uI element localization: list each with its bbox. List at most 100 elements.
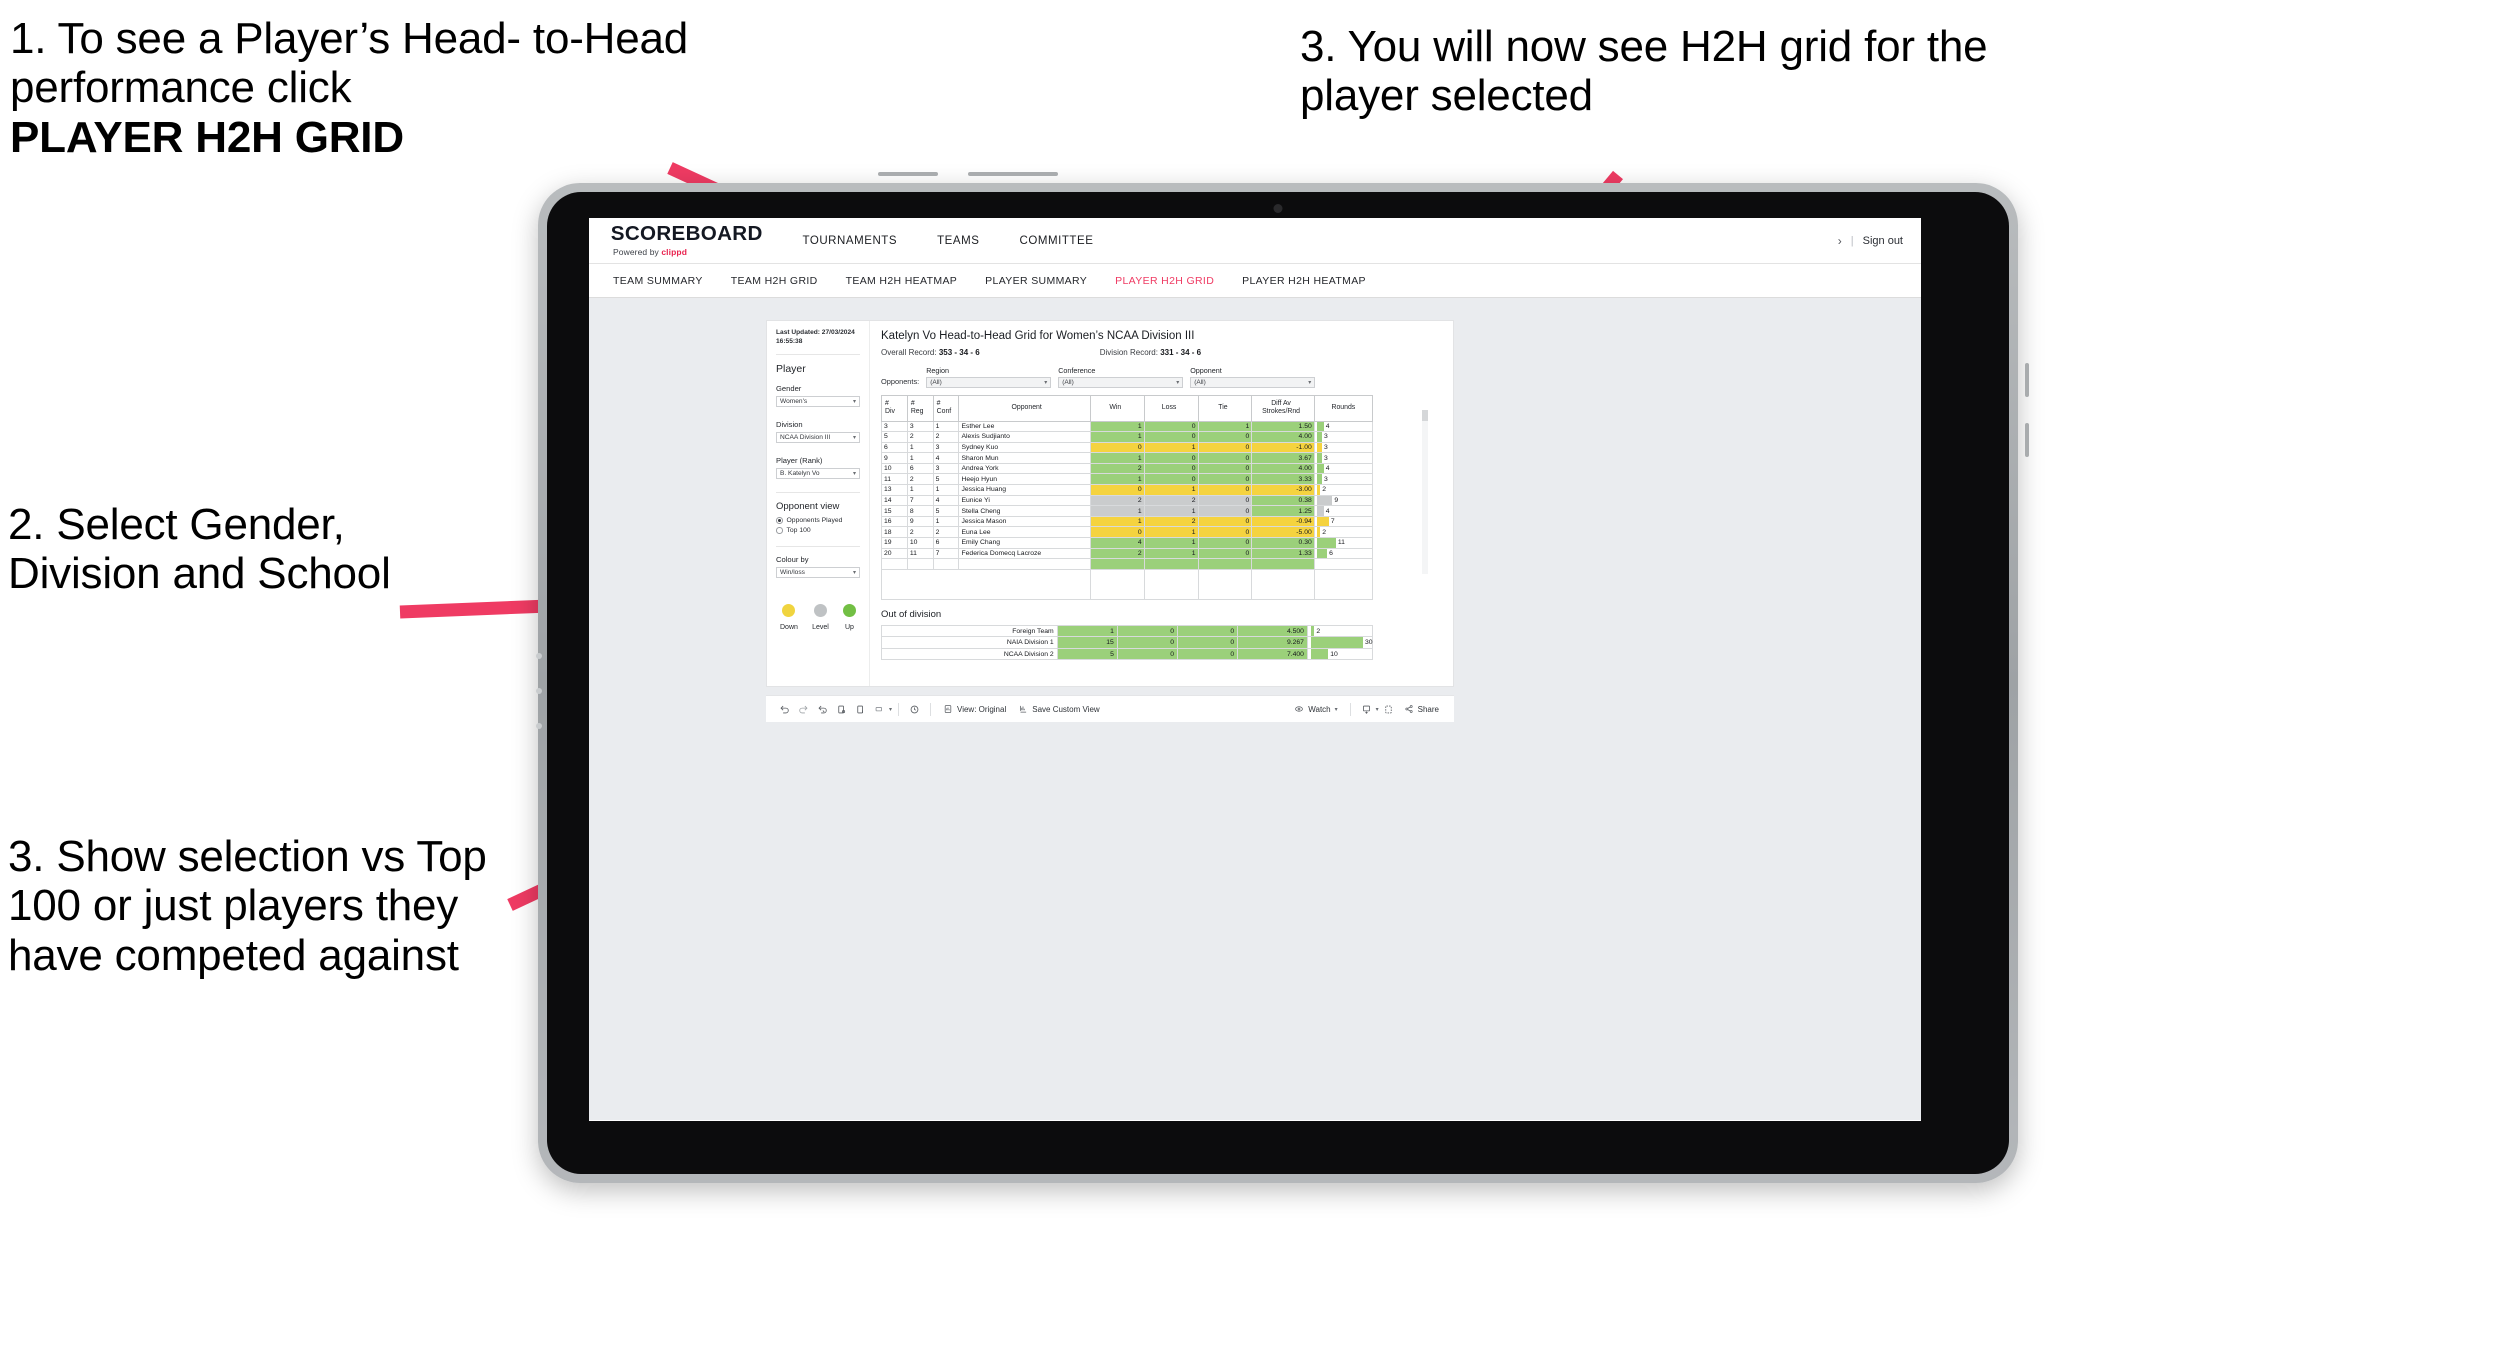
grid-scrollbar-track[interactable]: [1422, 410, 1428, 574]
download-icon[interactable]: [1357, 700, 1376, 719]
rounds-value: 4: [1325, 507, 1330, 515]
col-loss: Loss: [1143, 394, 1199, 422]
region-select[interactable]: (All) ▾: [926, 377, 1052, 388]
chevron-down-icon[interactable]: ▾: [889, 706, 892, 713]
cell-diff: 0.38: [1251, 494, 1315, 507]
zoom-select-icon[interactable]: [870, 700, 889, 719]
out-of-division-title: Out of division: [881, 608, 942, 620]
chevron-right-icon[interactable]: ›: [1838, 234, 1842, 248]
save-custom-view-button[interactable]: Save Custom View: [1012, 704, 1105, 714]
chevron-down-icon: ▾: [852, 398, 856, 405]
table-row-partial[interactable]: [881, 558, 1374, 570]
table-row[interactable]: 11 2 5 Heejo Hyun 1 0 0 3.33 3: [881, 473, 1374, 486]
cell-empty-tie: [1197, 568, 1253, 600]
legend-item-level: Level: [812, 603, 829, 631]
gender-select[interactable]: Women's ▾: [776, 395, 860, 407]
radio-top-100[interactable]: Top 100: [776, 527, 860, 534]
cell-win: 15: [1056, 636, 1118, 649]
rounds-bar-wrap: 3: [1316, 442, 1370, 453]
cell-tie: 0: [1197, 537, 1253, 549]
rounds-bar-wrap: 10: [1310, 648, 1369, 660]
tab-team-h2h-heatmap[interactable]: TEAM H2H HEATMAP: [832, 275, 972, 287]
dashboard-card: Last Updated: 27/03/2024 16:55:38 Player…: [766, 320, 1454, 687]
cell-diff: -0.94: [1251, 515, 1315, 528]
rounds-bar-wrap: 9: [1316, 495, 1370, 506]
table-row[interactable]: 19 10 6 Emily Chang 4 1 0 0.30 11: [881, 537, 1374, 549]
cell-win: 5: [1056, 647, 1118, 661]
chevron-down-icon: ▾: [852, 434, 856, 441]
legend-label-down: Down: [780, 623, 798, 631]
cell-loss: 2: [1143, 515, 1199, 528]
cell-tie: 0: [1176, 624, 1239, 638]
table-row[interactable]: 9 1 4 Sharon Mun 1 0 0 3.67 3: [881, 452, 1374, 464]
revert-icon[interactable]: [813, 700, 832, 719]
cell-rounds: 2: [1313, 526, 1374, 539]
redo-icon[interactable]: [794, 700, 813, 719]
region-value: (All): [930, 378, 942, 386]
table-row[interactable]: 5 2 2 Alexis Sudjianto 1 0 0 4.00 3: [881, 431, 1374, 443]
table-row[interactable]: 20 11 7 Federica Domecq Lacroze 2 1 0 1.33 6: [881, 547, 1374, 560]
pause-icon[interactable]: [851, 700, 870, 719]
cell-empty-left: [881, 569, 1091, 600]
tab-team-h2h-grid[interactable]: TEAM H2H GRID: [717, 275, 832, 287]
conference-select[interactable]: (All) ▾: [1058, 377, 1184, 388]
grid-scrollbar-thumb[interactable]: [1422, 410, 1428, 421]
device-left-dot-2: [536, 688, 542, 694]
cell-opponent: Alexis Sudjianto: [958, 431, 1091, 443]
table-row[interactable]: 18 2 2 Euna Lee 0 1 0 -5.00 2: [881, 526, 1374, 539]
rounds-bar: [1316, 421, 1324, 432]
table-row[interactable]: 10 6 3 Andrea York 2 0 0 4.00 4: [881, 462, 1374, 475]
cell-group-name: NCAA Division 2: [881, 647, 1058, 661]
opponent-select[interactable]: (All) ▾: [1190, 377, 1316, 388]
out-of-division-row[interactable]: Foreign Team 1 0 0 4.500 2: [881, 624, 1374, 638]
out-of-division-row[interactable]: NCAA Division 2 5 0 0 7.400 10: [881, 647, 1374, 661]
table-row[interactable]: 14 7 4 Eunice Yi 2 2 0 0.38 9: [881, 494, 1374, 507]
player-rank-select[interactable]: B. Katelyn Vo ▾: [776, 467, 860, 479]
fullscreen-icon[interactable]: [1379, 700, 1398, 719]
reset-axes-icon[interactable]: [905, 700, 924, 719]
tab-player-summary[interactable]: PLAYER SUMMARY: [971, 275, 1101, 287]
cell-loss: 0: [1143, 462, 1199, 475]
out-of-division-row[interactable]: NAIA Division 1 15 0 0 9.267 30: [881, 636, 1374, 649]
header-nav-teams[interactable]: TEAMS: [917, 218, 999, 264]
refresh-icon[interactable]: [832, 700, 851, 719]
header-nav-committee[interactable]: COMMITTEE: [999, 218, 1113, 264]
header-nav-tournaments[interactable]: TOURNAMENTS: [782, 218, 917, 264]
table-row[interactable]: 3 3 1 Esther Lee 1 0 1 1.50 4: [881, 420, 1374, 433]
tab-team-summary[interactable]: TEAM SUMMARY: [599, 275, 717, 287]
table-row[interactable]: 16 9 1 Jessica Mason 1 2 0 -0.94 7: [881, 515, 1374, 528]
device-top-button-2: [968, 172, 1058, 176]
brand-tagline: Powered by clippd: [613, 247, 760, 257]
cell-conf: 7: [932, 547, 960, 560]
cell-div: 9: [881, 452, 908, 464]
cell-loss: 0: [1116, 624, 1179, 638]
radio-opponents-played[interactable]: Opponents Played: [776, 517, 860, 524]
table-row[interactable]: 13 1 1 Jessica Huang 0 1 0 -3.00 2: [881, 484, 1374, 496]
save-icon: [1020, 705, 1027, 713]
gender-value: Women's: [780, 397, 808, 405]
chevron-down-icon: ▾: [1308, 379, 1312, 386]
cell-loss: 0: [1116, 636, 1179, 649]
tab-player-h2h-heatmap[interactable]: PLAYER H2H HEATMAP: [1228, 275, 1380, 287]
cell-tie: 0: [1197, 431, 1253, 443]
sign-out-link[interactable]: Sign out: [1863, 235, 1903, 247]
cell-reg: 2: [906, 526, 934, 539]
cell-tie: 0: [1197, 515, 1253, 528]
share-button[interactable]: Share: [1398, 704, 1445, 714]
undo-icon[interactable]: [775, 700, 794, 719]
tab-player-h2h-grid[interactable]: PLAYER H2H GRID: [1101, 275, 1228, 287]
col-reg-l2: Reg: [910, 408, 924, 415]
front-camera-icon: [1273, 204, 1283, 213]
division-select[interactable]: NCAA Division III ▾: [776, 431, 860, 443]
watch-button[interactable]: Watch ▾: [1288, 704, 1343, 714]
rounds-bar-wrap: 30: [1310, 637, 1373, 648]
cell-diff: 1.25: [1251, 505, 1315, 517]
table-row[interactable]: 15 8 5 Stella Cheng 1 1 0 1.25 4: [881, 505, 1374, 517]
view-original-button[interactable]: View: Original: [937, 704, 1012, 714]
rounds-bar-wrap: 2: [1310, 625, 1369, 637]
brand-logo[interactable]: SCOREBOARD Powered by clippd: [603, 224, 782, 257]
cell-reg: 1: [906, 452, 934, 464]
table-row[interactable]: 6 1 3 Sydney Kuo 0 1 0 -1.00 3: [881, 441, 1374, 454]
colour-by-select[interactable]: Win/loss ▾: [776, 566, 860, 578]
h2h-grid-table: # Div # Reg # Conf Opponent Win Loss Tie…: [881, 394, 1374, 600]
